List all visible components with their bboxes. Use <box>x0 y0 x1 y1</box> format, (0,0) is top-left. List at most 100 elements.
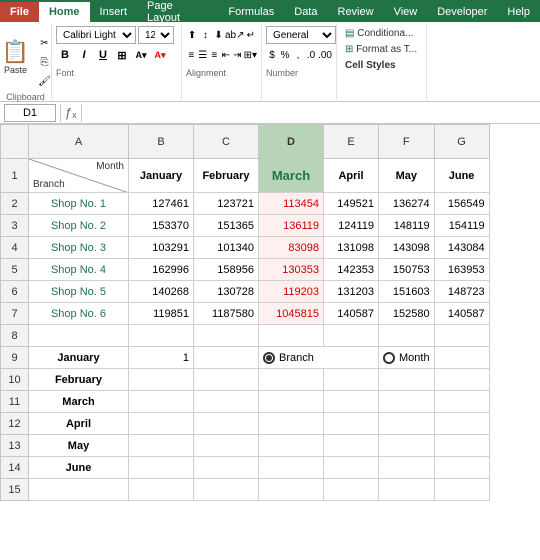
row-7-header[interactable]: 7 <box>1 303 29 325</box>
align-bottom-button[interactable]: ⬇ <box>213 26 225 44</box>
empty-cell[interactable] <box>379 435 435 457</box>
data-cell[interactable]: 142353 <box>324 259 379 281</box>
data-cell[interactable]: 130728 <box>194 281 259 303</box>
row-10-header[interactable]: 10 <box>1 369 29 391</box>
data-cell[interactable]: 151365 <box>194 215 259 237</box>
formula-function-button[interactable]: ƒₓ <box>65 105 77 120</box>
empty-cell[interactable] <box>434 391 489 413</box>
data-cell[interactable]: 130353 <box>259 259 324 281</box>
branch-radio-item[interactable]: Branch <box>263 352 314 364</box>
data-cell[interactable]: 148723 <box>434 281 489 303</box>
empty-cell[interactable] <box>129 369 194 391</box>
cut-button[interactable]: ✂ <box>36 34 54 52</box>
data-cell[interactable]: 153370 <box>129 215 194 237</box>
empty-cell[interactable] <box>259 435 324 457</box>
data-cell[interactable]: 140587 <box>324 303 379 325</box>
empty-cell[interactable] <box>434 325 489 347</box>
tab-review[interactable]: Review <box>328 2 384 22</box>
empty-cell[interactable] <box>129 325 194 347</box>
tab-home[interactable]: Home <box>39 2 90 22</box>
february-label-cell[interactable]: February <box>29 369 129 391</box>
empty-cell[interactable] <box>194 457 259 479</box>
data-cell[interactable]: 101340 <box>194 237 259 259</box>
january-header[interactable]: January <box>129 159 194 193</box>
empty-cell[interactable] <box>29 325 129 347</box>
row-9-header[interactable]: 9 <box>1 347 29 369</box>
col-C[interactable]: C <box>194 125 259 159</box>
col-F[interactable]: F <box>379 125 435 159</box>
font-color-button[interactable]: A▾ <box>151 46 169 64</box>
empty-cell[interactable] <box>379 457 435 479</box>
month-radio-item[interactable]: Month <box>383 352 430 364</box>
empty-cell[interactable] <box>259 369 324 391</box>
april-label-cell[interactable]: April <box>29 413 129 435</box>
data-cell[interactable]: 163953 <box>434 259 489 281</box>
empty-cell[interactable] <box>194 413 259 435</box>
data-cell[interactable]: 150753 <box>379 259 435 281</box>
data-cell[interactable]: 1045815 <box>259 303 324 325</box>
empty-cell[interactable] <box>194 479 259 501</box>
data-cell[interactable]: 83098 <box>259 237 324 259</box>
empty-cell[interactable] <box>194 391 259 413</box>
data-cell[interactable]: 143084 <box>434 237 489 259</box>
align-left-button[interactable]: ≡ <box>186 46 197 64</box>
value-cell[interactable]: 1 <box>129 347 194 369</box>
number-format-select[interactable]: General <box>266 26 336 44</box>
row-1-header[interactable]: 1 <box>1 159 29 193</box>
row-11-header[interactable]: 11 <box>1 391 29 413</box>
row-4-header[interactable]: 4 <box>1 237 29 259</box>
comma-button[interactable]: , <box>292 46 304 64</box>
empty-cell[interactable] <box>379 391 435 413</box>
conditional-formatting-button[interactable]: ▤ Conditiona... <box>341 26 422 41</box>
row-8-header[interactable]: 8 <box>1 325 29 347</box>
cell-styles-button[interactable]: Cell Styles <box>341 58 422 73</box>
data-cell[interactable]: 119203 <box>259 281 324 303</box>
currency-button[interactable]: $ <box>266 46 278 64</box>
data-cell[interactable]: 113454 <box>259 193 324 215</box>
empty-cell[interactable] <box>434 479 489 501</box>
empty-cell[interactable] <box>129 457 194 479</box>
empty-cell[interactable] <box>434 369 489 391</box>
empty-cell[interactable] <box>129 391 194 413</box>
march-header[interactable]: March <box>259 159 324 193</box>
percent-button[interactable]: % <box>279 46 291 64</box>
june-label-cell[interactable]: June <box>29 457 129 479</box>
data-cell[interactable]: 136274 <box>379 193 435 215</box>
bold-button[interactable]: B <box>56 46 74 64</box>
row-14-header[interactable]: 14 <box>1 457 29 479</box>
empty-cell[interactable] <box>259 457 324 479</box>
empty-cell[interactable] <box>324 479 379 501</box>
empty-cell[interactable] <box>434 457 489 479</box>
empty-cell[interactable] <box>259 479 324 501</box>
data-cell[interactable]: 162996 <box>129 259 194 281</box>
april-header[interactable]: April <box>324 159 379 193</box>
col-E[interactable]: E <box>324 125 379 159</box>
data-cell[interactable]: 140587 <box>434 303 489 325</box>
empty-cell[interactable] <box>324 369 379 391</box>
empty-cell[interactable] <box>324 413 379 435</box>
empty-cell[interactable] <box>194 369 259 391</box>
tab-help[interactable]: Help <box>497 2 540 22</box>
empty-cell[interactable] <box>379 479 435 501</box>
border-button[interactable]: ⊞ <box>113 46 131 64</box>
empty-cell[interactable] <box>379 413 435 435</box>
data-cell[interactable]: 140268 <box>129 281 194 303</box>
march-label-cell[interactable]: March <box>29 391 129 413</box>
january-label-cell[interactable]: January <box>29 347 129 369</box>
empty-cell[interactable] <box>324 391 379 413</box>
empty-cell[interactable] <box>259 391 324 413</box>
increase-indent-button[interactable]: ⇥ <box>232 46 243 64</box>
col-D[interactable]: D <box>259 125 324 159</box>
fill-color-button[interactable]: A▾ <box>132 46 150 64</box>
align-right-button[interactable]: ≡ <box>209 46 220 64</box>
font-size-select[interactable]: 12 <box>138 26 174 44</box>
tab-insert[interactable]: Insert <box>90 2 138 22</box>
tab-developer[interactable]: Developer <box>427 2 497 22</box>
font-name-select[interactable]: Calibri Light <box>56 26 136 44</box>
june-header[interactable]: June <box>434 159 489 193</box>
empty-cell[interactable] <box>129 413 194 435</box>
align-top-button[interactable]: ⬆ <box>186 26 198 44</box>
data-cell[interactable]: 149521 <box>324 193 379 215</box>
empty-cell[interactable] <box>434 413 489 435</box>
merge-button[interactable]: ⊞▾ <box>244 46 257 64</box>
